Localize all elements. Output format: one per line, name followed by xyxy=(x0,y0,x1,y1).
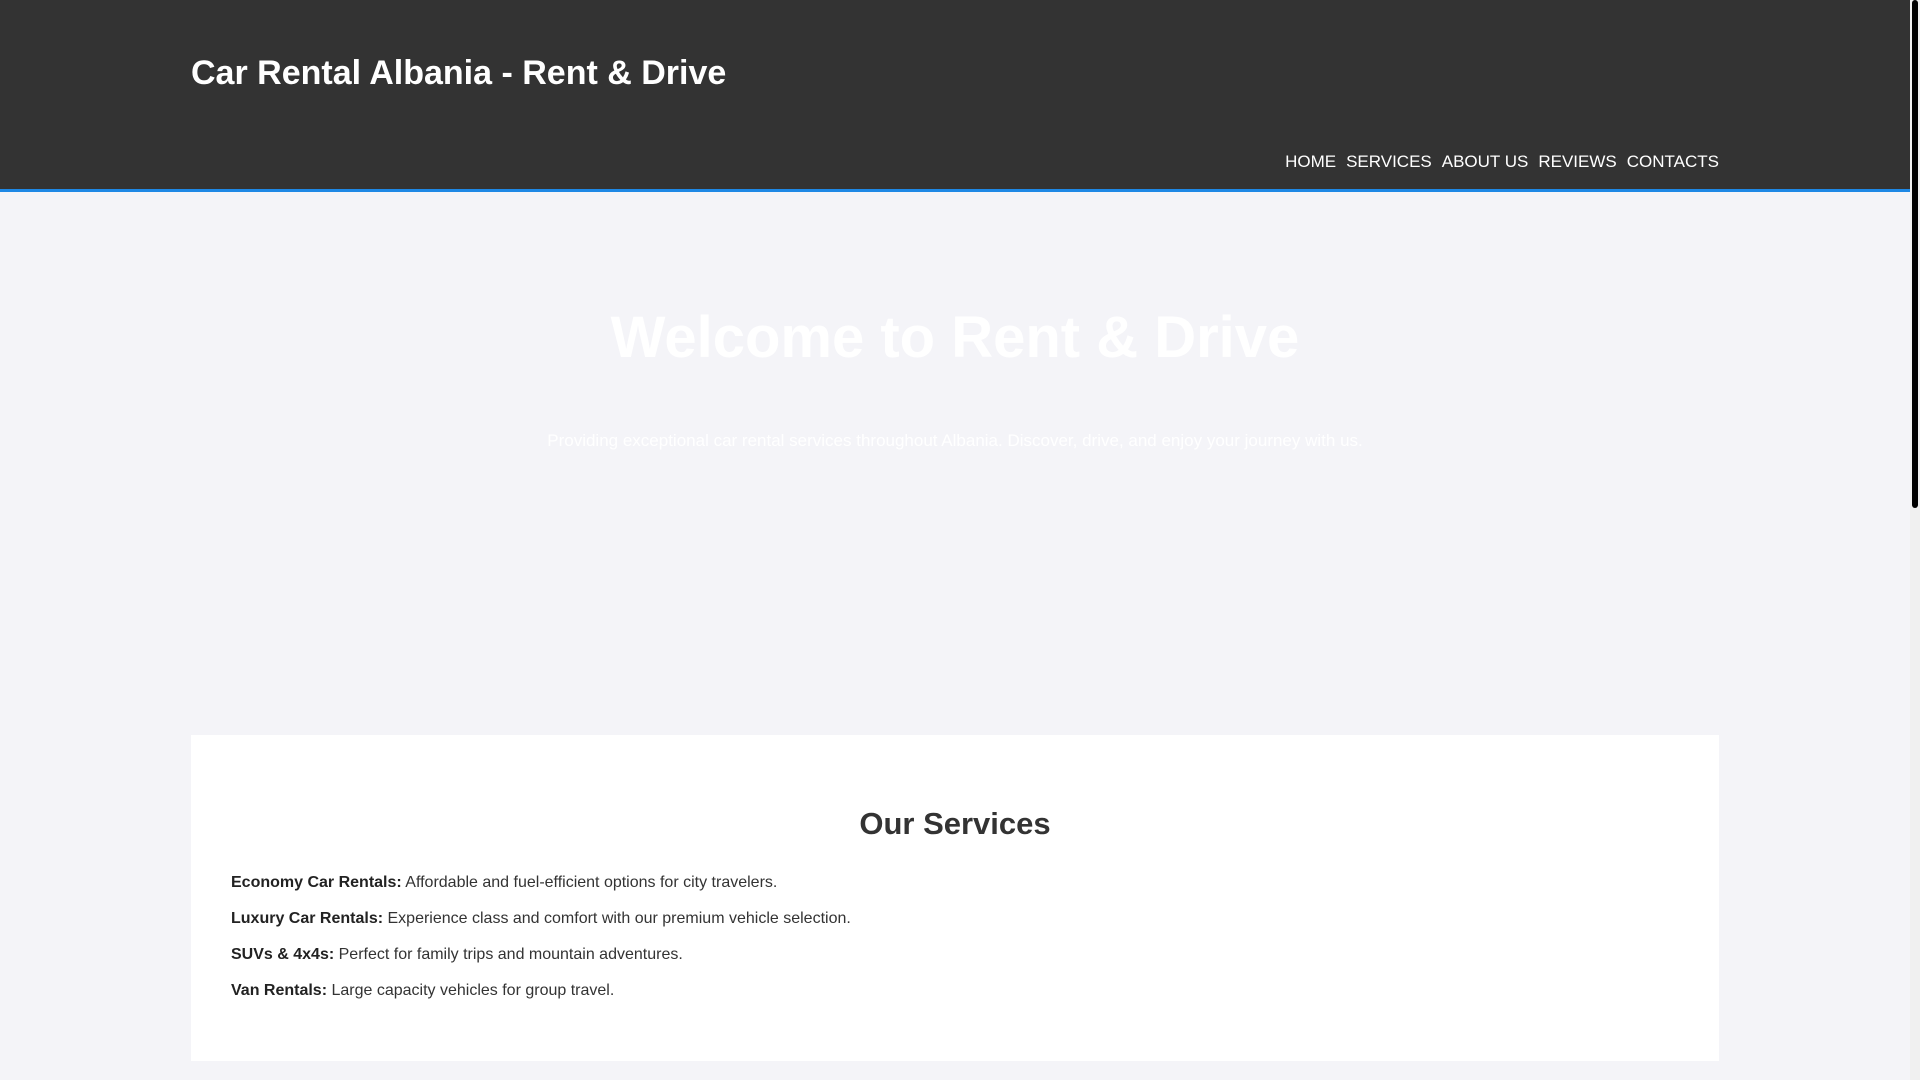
service-description: Perfect for family trips and mountain ad… xyxy=(334,946,683,963)
viewport: Car Rental Albania - Rent & Drive HOME S… xyxy=(0,0,1910,1080)
service-name: Luxury Car Rentals: xyxy=(231,910,384,927)
page: Car Rental Albania - Rent & Drive HOME S… xyxy=(0,0,1920,1080)
site-title: Car Rental Albania - Rent & Drive xyxy=(191,54,727,92)
services-section: Our Services Economy Car Rentals: Afford… xyxy=(191,735,1719,1061)
hero-section: Welcome to Rent & Drive Providing except… xyxy=(0,192,1910,732)
service-description: Experience class and comfort with our pr… xyxy=(383,910,851,927)
main-nav: HOME SERVICES ABOUT US REVIEWS CONTACTS xyxy=(1285,152,1719,172)
services-heading: Our Services xyxy=(859,806,1051,841)
nav-services-link[interactable]: SERVICES xyxy=(1346,152,1432,172)
service-description: Large capacity vehicles for group travel… xyxy=(327,982,615,999)
scrollbar-thumb[interactable] xyxy=(1912,0,1918,508)
site-header: Car Rental Albania - Rent & Drive HOME S… xyxy=(0,0,1910,192)
service-item-economy: Economy Car Rentals: Affordable and fuel… xyxy=(231,873,851,893)
nav-home-link[interactable]: HOME xyxy=(1285,152,1336,172)
service-description: Affordable and fuel-efficient options fo… xyxy=(401,874,778,891)
nav-about-us-link[interactable]: ABOUT US xyxy=(1442,152,1529,172)
service-item-suvs: SUVs & 4x4s: Perfect for family trips an… xyxy=(231,945,851,965)
nav-contacts-link[interactable]: CONTACTS xyxy=(1627,152,1719,172)
service-name: SUVs & 4x4s: xyxy=(231,946,335,963)
hero-subtitle: Providing exceptional car rental service… xyxy=(547,431,1363,450)
vertical-scrollbar[interactable] xyxy=(1910,0,1920,1080)
service-item-vans: Van Rentals: Large capacity vehicles for… xyxy=(231,981,851,1001)
service-name: Van Rentals: xyxy=(231,982,328,999)
nav-reviews-link[interactable]: REVIEWS xyxy=(1538,152,1616,172)
hero-title: Welcome to Rent & Drive xyxy=(610,305,1300,370)
service-name: Economy Car Rentals: xyxy=(231,874,402,891)
service-list: Economy Car Rentals: Affordable and fuel… xyxy=(231,873,851,1017)
service-item-luxury: Luxury Car Rentals: Experience class and… xyxy=(231,909,851,929)
